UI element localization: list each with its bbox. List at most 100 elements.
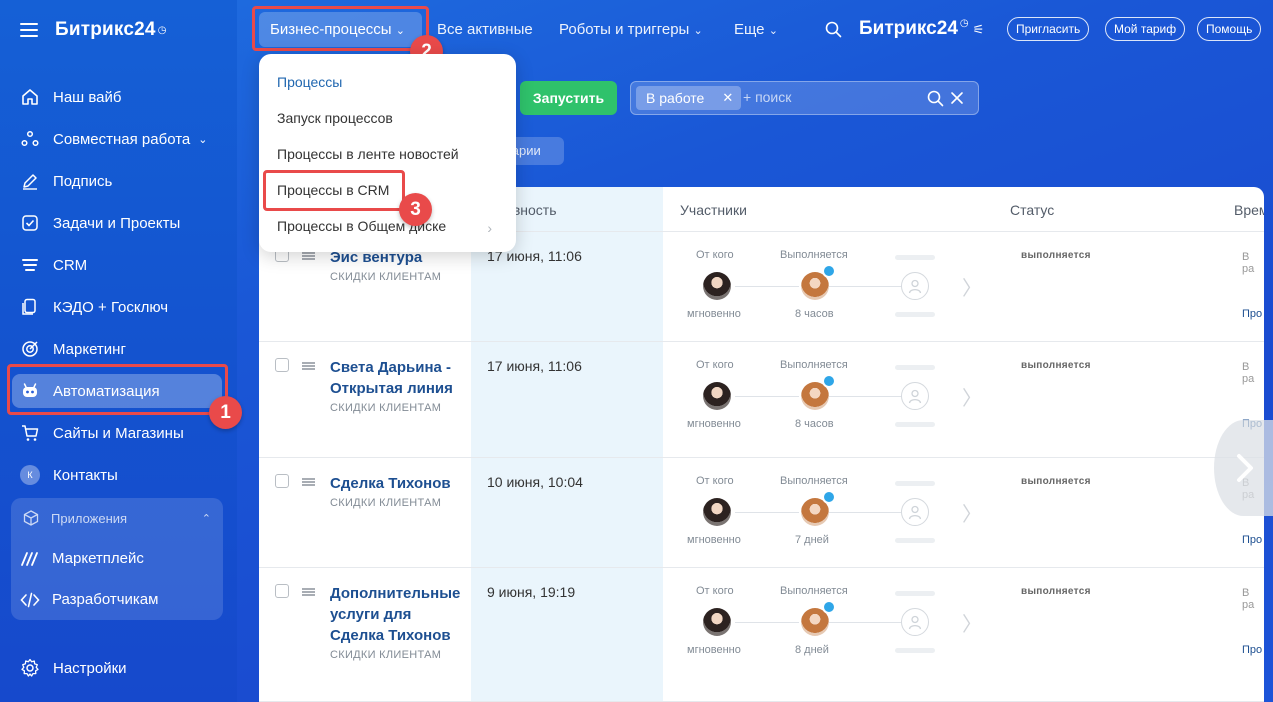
brand-logo[interactable]: Битрикс24 — [55, 19, 156, 41]
sidebar-item-crm[interactable]: CRM — [0, 244, 237, 286]
my-plan-button[interactable]: Мой тариф — [1105, 17, 1186, 41]
crm-icon — [20, 255, 40, 275]
avatar-initiator[interactable] — [703, 382, 731, 410]
filter-search-bar[interactable]: В работе ✕ + поиск — [630, 81, 979, 115]
apps-group-header[interactable]: Приложения ⌃ — [11, 498, 223, 538]
drag-handle-icon[interactable] — [302, 362, 315, 370]
time-link[interactable]: Про — [1242, 308, 1262, 320]
row-title-link[interactable]: Света Дарьина - Открытая линия СКИДКИ КЛИ… — [330, 357, 465, 415]
row-date: 9 июня, 19:19 — [487, 584, 576, 600]
flow-connector — [829, 622, 901, 623]
home-icon — [20, 87, 40, 107]
avatar-initiator[interactable] — [703, 272, 731, 300]
placeholder-bar — [895, 481, 935, 486]
sidebar-item-contacts[interactable]: К Контакты — [0, 454, 237, 496]
placeholder-bar — [895, 538, 935, 543]
sidebar-item-vibe[interactable]: Наш вайб — [0, 76, 237, 118]
chevron-right-icon[interactable]: 〉 — [962, 272, 982, 301]
row-title[interactable]: Дополнительные услуги для Сделка Тихонов — [330, 585, 460, 644]
sidebar-item-label: Маркетинг — [53, 340, 126, 358]
row-title-link[interactable]: Дополнительные услуги для Сделка Тихонов… — [330, 583, 465, 662]
sidebar-item-tasks[interactable]: Задачи и Проекты — [0, 202, 237, 244]
chevron-up-icon[interactable]: ⌃ — [202, 512, 211, 525]
avatar-initiator[interactable] — [703, 498, 731, 526]
row-title[interactable]: Света Дарьина - Открытая линия — [330, 359, 453, 397]
sidebar-item-collab[interactable]: Совместная работа ⌄ — [0, 118, 237, 160]
scroll-right-button[interactable] — [1214, 420, 1273, 516]
sidebar-item-sites[interactable]: Сайты и Магазины — [0, 412, 237, 454]
sidebar-item-label: Контакты — [53, 466, 118, 484]
table-row[interactable]: Света Дарьина - Открытая линия СКИДКИ КЛИ… — [259, 342, 1264, 458]
step-badge-3: 3 — [399, 193, 432, 226]
highlight-frame-automation — [7, 364, 228, 415]
chevron-down-icon[interactable]: ⌄ — [198, 133, 207, 146]
chevron-right-icon[interactable]: 〉 — [962, 498, 982, 527]
placeholder-bar — [895, 255, 935, 260]
row-subtitle: СКИДКИ КЛИЕНТАМ — [330, 271, 442, 283]
status-badge: выполняется — [1021, 250, 1091, 261]
placeholder-bar — [895, 591, 935, 596]
avatar-initiator[interactable] — [703, 608, 731, 636]
drag-handle-icon[interactable] — [302, 252, 315, 260]
tab-robots-triggers[interactable]: Роботы и триггеры ⌄ — [559, 21, 703, 38]
cube-icon — [23, 510, 41, 526]
header-time[interactable]: Врем — [1234, 202, 1264, 218]
sidebar-item-settings[interactable]: Настройки — [20, 658, 127, 678]
sidebar-item-label: Наш вайб — [53, 88, 122, 106]
menu-item-launch[interactable]: Запуск процессов — [277, 110, 393, 126]
row-title-link[interactable]: Эис вентура СКИДКИ КЛИЕНТАМ — [330, 247, 465, 284]
search-icon[interactable] — [825, 21, 842, 38]
sidebar-item-marketplace[interactable]: Маркетплейс — [11, 538, 223, 579]
duration-label: 8 дней — [795, 644, 829, 656]
start-process-button[interactable]: Запустить — [520, 81, 617, 115]
row-checkbox[interactable] — [275, 474, 289, 488]
filter-chip[interactable]: В работе ✕ — [636, 86, 742, 110]
drag-handle-icon[interactable] — [302, 478, 315, 486]
chevron-right-icon: › — [487, 220, 492, 236]
flow-connector — [735, 396, 799, 397]
invite-button[interactable]: Пригласить — [1007, 17, 1090, 41]
header-participants[interactable]: Участники — [680, 202, 747, 218]
search-icon[interactable] — [927, 90, 944, 107]
filter-chip-label: В работе — [646, 90, 705, 106]
from-label: От кого — [696, 359, 734, 371]
menu-item-feed[interactable]: Процессы в ленте новостей — [277, 146, 459, 162]
menu-item-processes[interactable]: Процессы — [277, 74, 342, 90]
row-date: 17 июня, 11:06 — [487, 358, 582, 374]
row-checkbox[interactable] — [275, 358, 289, 372]
sidebar-item-sign[interactable]: Подпись — [0, 160, 237, 202]
time-link[interactable]: Про — [1242, 644, 1262, 656]
table-row[interactable]: Дополнительные услуги для Сделка Тихонов… — [259, 568, 1264, 702]
business-processes-menu: Процессы Запуск процессов Процессы в лен… — [259, 54, 516, 252]
collab-icon — [20, 129, 40, 149]
clock-icon — [822, 264, 836, 278]
placeholder-bar — [895, 312, 935, 317]
sidebar-nav: Наш вайб Совместная работа ⌄ Подпись Зад… — [0, 76, 237, 496]
clear-icon[interactable] — [950, 90, 964, 107]
help-button[interactable]: Помощь — [1197, 17, 1262, 41]
row-title-link[interactable]: Сделка Тихонов СКИДКИ КЛИЕНТАМ — [330, 473, 465, 510]
time-link[interactable]: Про — [1242, 534, 1262, 546]
settings-sliders-icon[interactable]: ⚟ — [973, 22, 985, 37]
chevron-right-icon[interactable]: 〉 — [962, 608, 982, 637]
row-title[interactable]: Сделка Тихонов — [330, 475, 451, 492]
chip-close-icon[interactable]: ✕ — [722, 86, 733, 110]
row-checkbox[interactable] — [275, 584, 289, 598]
tab-all-active[interactable]: Все активные — [437, 21, 533, 38]
sidebar-item-developers[interactable]: Разработчикам — [11, 579, 223, 620]
search-input[interactable]: + поиск — [743, 89, 791, 105]
menu-burger-icon[interactable] — [20, 23, 38, 37]
tab-more[interactable]: Еще ⌄ — [734, 21, 778, 38]
code-icon — [20, 592, 40, 608]
apps-group-title: Приложения — [51, 510, 128, 526]
header-status[interactable]: Статус — [1010, 202, 1054, 218]
from-label: От кого — [696, 475, 734, 487]
drag-handle-icon[interactable] — [302, 588, 315, 596]
placeholder-bar — [895, 422, 935, 427]
cart-icon — [20, 423, 40, 443]
chevron-down-icon: ⌄ — [768, 25, 778, 37]
instant-label: мгновенно — [687, 308, 741, 320]
sidebar-item-kedo[interactable]: КЭДО + Госключ — [0, 286, 237, 328]
table-row[interactable]: Сделка Тихонов СКИДКИ КЛИЕНТАМ 10 июня, 10… — [259, 458, 1264, 568]
chevron-right-icon[interactable]: 〉 — [962, 382, 982, 411]
